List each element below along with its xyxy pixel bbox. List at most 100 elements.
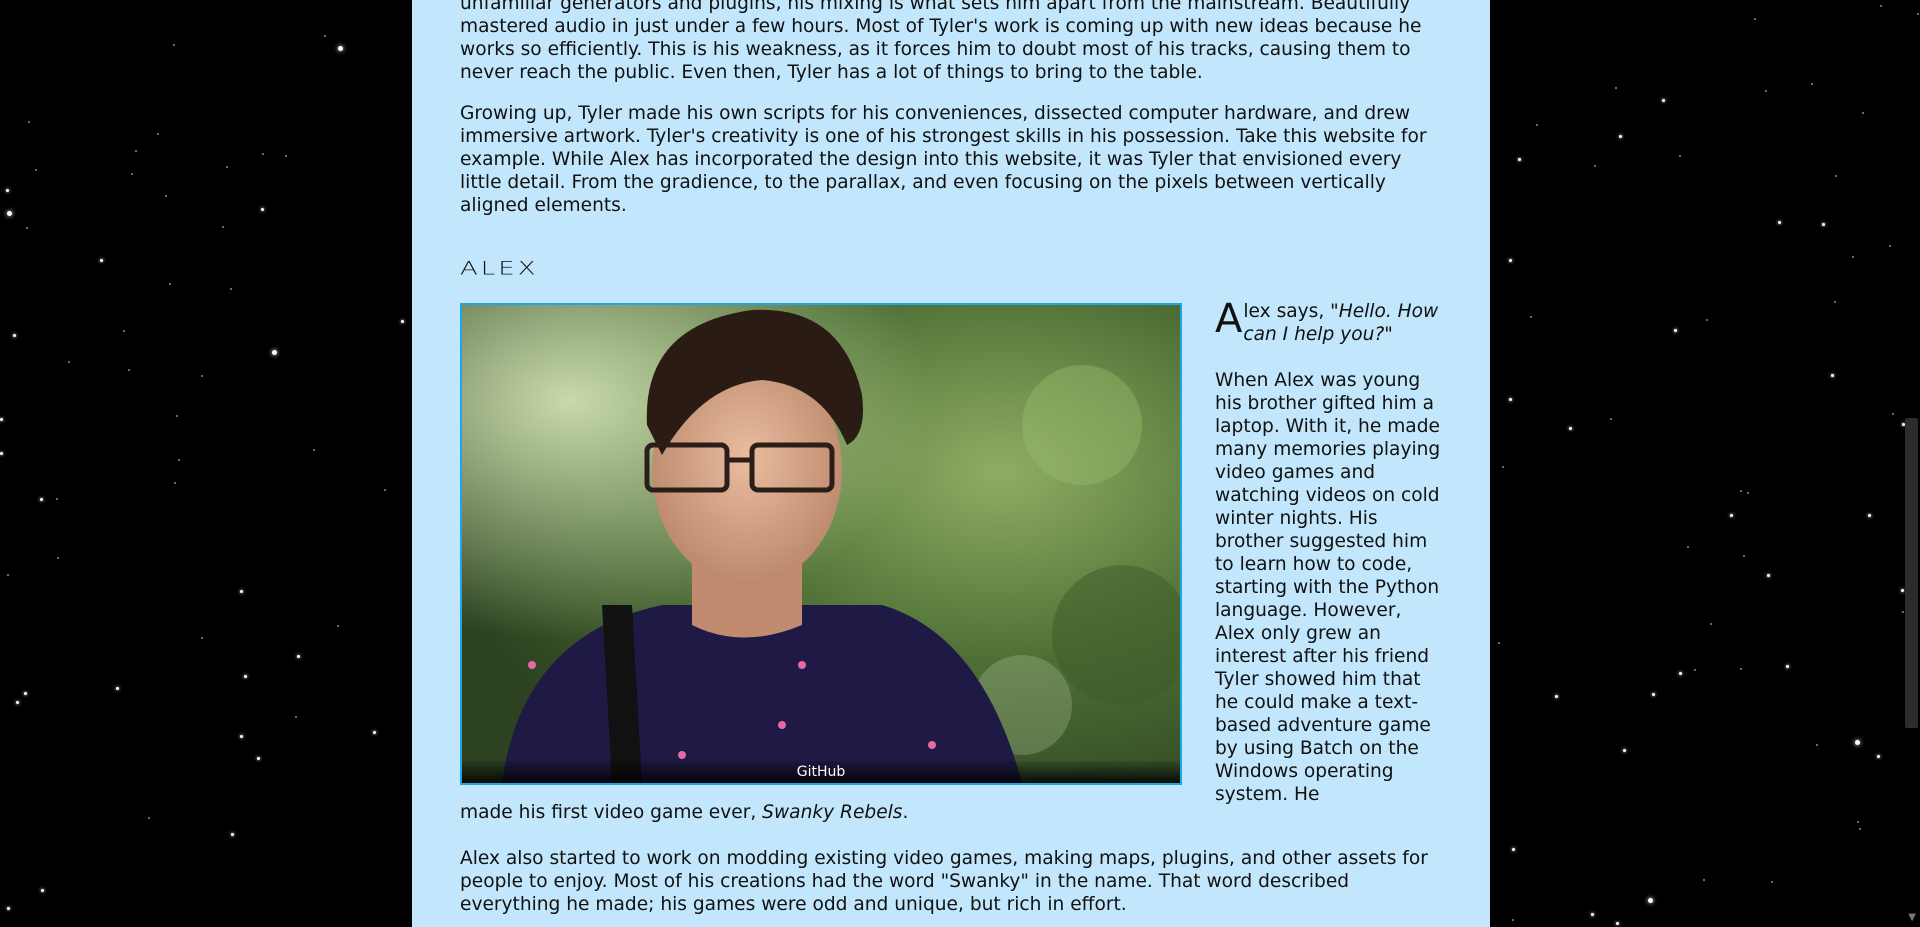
star-dot [1678,672,1682,676]
star-dot [336,624,339,627]
star-dot [1651,692,1655,696]
star-dot [40,497,44,501]
star-dot [285,155,288,158]
star-dot [41,889,45,893]
star-dot [1778,221,1782,225]
alex-story-continued: made his first video game ever, Swanky R… [460,801,1445,824]
star-dot [1591,912,1595,916]
star-dot [169,282,172,285]
star-dot [1710,622,1713,625]
star-dot [1511,847,1515,851]
star-dot [1508,258,1512,262]
star-dot [1511,918,1514,921]
star-dot [7,907,11,910]
content-panel: unfamiliar generators and plugins, his m… [412,0,1490,927]
star-dot [1816,744,1819,747]
star-dot [262,152,265,155]
alex-photo-link[interactable]: GitHub [460,303,1182,785]
page-scrollbar[interactable]: ▼ [1903,0,1920,927]
star-dot [1766,574,1770,578]
star-dot [1833,301,1836,304]
star-dot [225,166,228,169]
star-dot [1730,513,1734,517]
star-dot [128,368,131,371]
star-dot [1568,426,1572,430]
star-dot [1648,897,1654,903]
star-dot [1771,880,1774,883]
star-dot [271,350,277,356]
photo-caption-github[interactable]: GitHub [462,761,1180,783]
star-dot [1739,489,1742,492]
star-dot [135,149,138,152]
star-dot [34,169,37,172]
star-dot [13,333,17,337]
star-dot [0,417,4,421]
story-continued-suffix: . [902,802,909,823]
alex-section-title: ALEX [460,258,539,280]
star-dot [148,816,151,819]
star-dot [1764,89,1767,92]
star-dot [1856,821,1859,824]
scroll-down-arrow-icon[interactable]: ▼ [1908,912,1916,923]
star-dot [1862,111,1865,114]
star-dot [7,574,10,577]
star-dot [296,655,300,659]
star-dot [25,227,28,230]
star-dot [1705,319,1708,322]
star-dot [1867,514,1871,518]
star-dot [221,226,224,229]
star-dot [1852,255,1855,258]
star-dot [1786,664,1790,668]
star-dot [1678,154,1681,157]
star-dot [323,34,326,37]
star-dot [338,46,344,52]
star-dot [175,414,178,417]
star-dot [230,833,234,837]
star-dot [173,44,176,47]
star-dot [67,360,70,363]
star-dot [55,497,58,500]
star-dot [239,590,243,594]
star-dot [1530,316,1533,319]
story-continued-prefix: made his first video game ever, [460,802,763,823]
star-dot [1747,492,1750,495]
star-dot [384,489,387,492]
star-dot [1555,695,1559,699]
star-dot [1687,546,1690,549]
star-dot [24,691,28,695]
star-dot [0,451,4,455]
star-dot [1892,413,1895,416]
star-dot [116,687,120,691]
star-dot [1810,82,1813,85]
scrollbar-thumb[interactable] [1905,418,1918,728]
star-dot [313,449,316,452]
star-dot [201,637,204,640]
star-dot [294,716,297,719]
star-dot [1740,668,1743,671]
star-dot [1509,397,1513,401]
star-dot [177,458,180,461]
star-dot [131,172,134,175]
star-dot [1831,374,1835,378]
star-dot [1754,17,1757,20]
star-dot [5,188,9,192]
star-dot [1497,642,1500,645]
star-dot [1702,878,1705,881]
star-dot [1674,328,1678,332]
alex-portrait-photo [462,305,1180,783]
star-dot [99,259,103,263]
alex-intro-column: Alex says, "Hello. How can I help you?" … [1215,296,1445,806]
star-dot [1609,417,1612,420]
drop-cap: A [1215,296,1243,342]
star-dot [1662,99,1666,103]
star-dot [261,207,265,211]
star-dot [56,556,59,559]
star-dot [1615,922,1619,926]
star-dot [165,195,168,198]
star-dot [240,735,244,739]
star-dot [28,120,31,123]
star-dot [1888,245,1891,248]
star-dot [256,757,260,760]
star-dot [1854,740,1860,746]
star-dot [1834,175,1837,178]
